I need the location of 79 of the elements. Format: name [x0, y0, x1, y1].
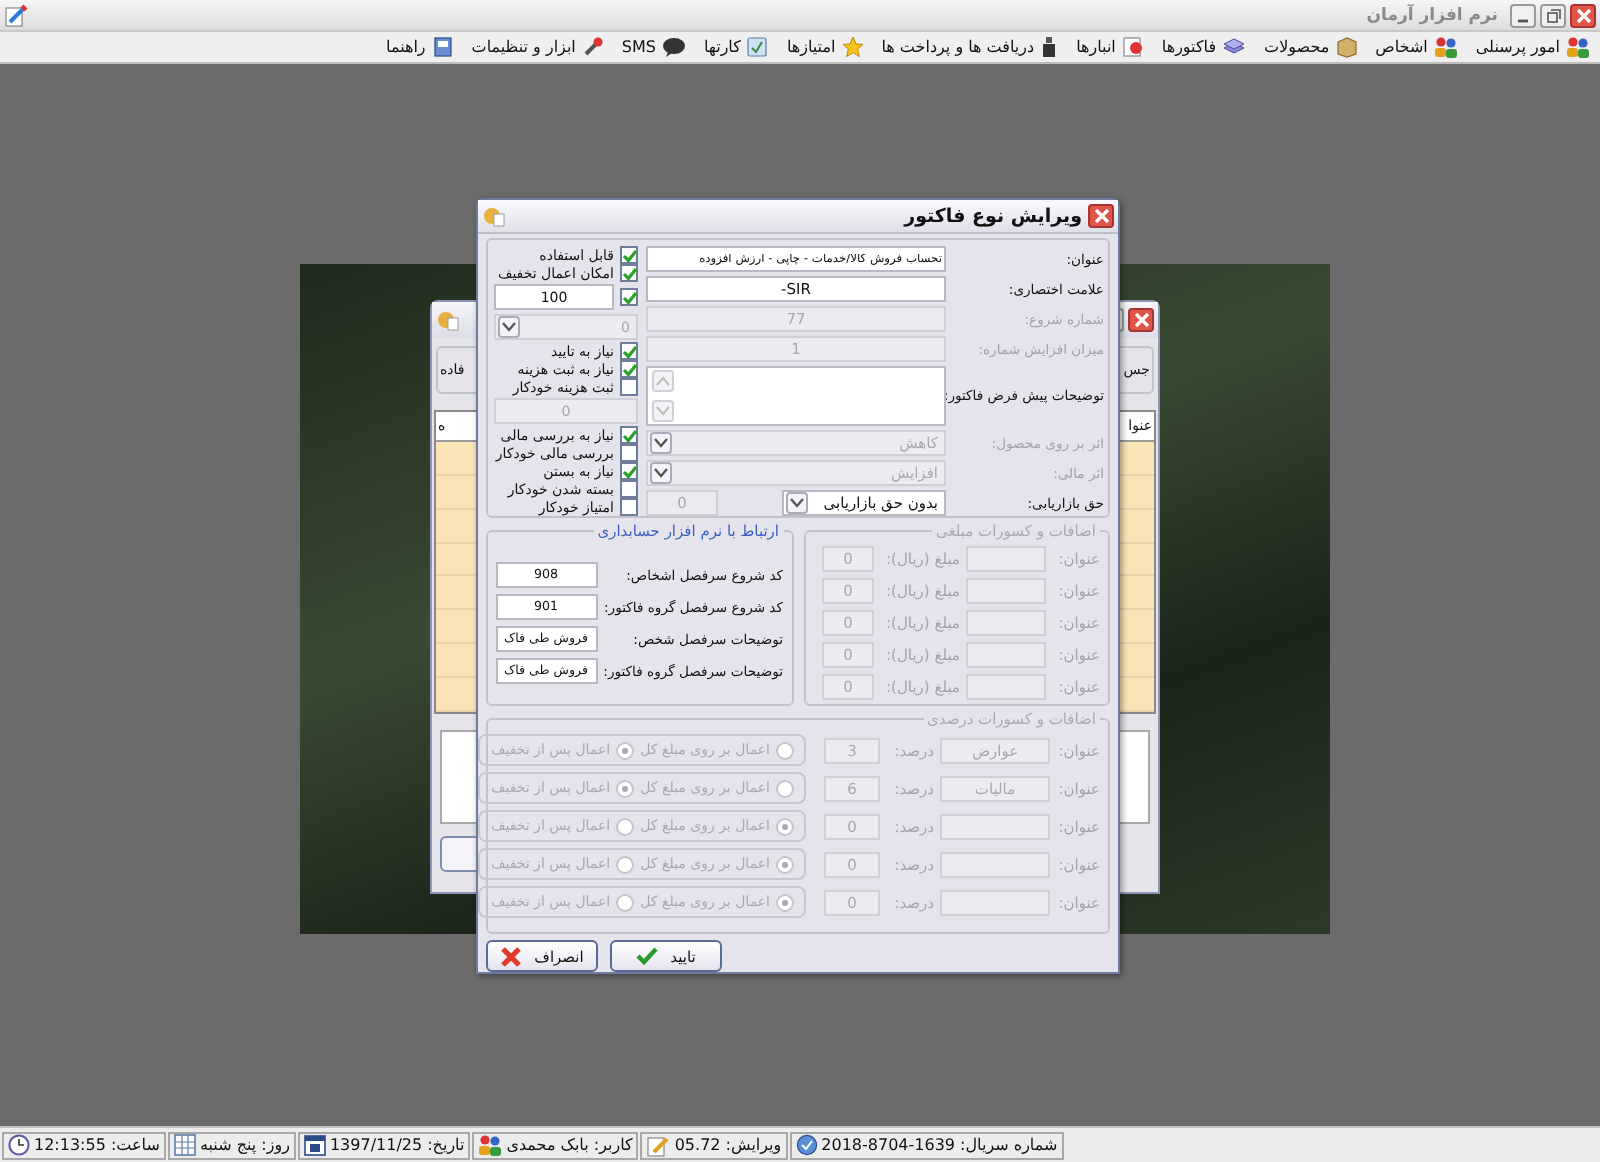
- check-icon: [621, 427, 637, 443]
- menu-item[interactable]: SMS: [619, 36, 688, 58]
- menu-item[interactable]: کارتها: [701, 36, 771, 58]
- caret-down-icon: [656, 406, 670, 416]
- caret-icon: [654, 468, 668, 478]
- people-icon: [1566, 36, 1590, 58]
- bottle-icon: [1040, 36, 1059, 58]
- restore-button[interactable]: [1540, 3, 1566, 27]
- menu-item[interactable]: محصولات: [1262, 36, 1360, 58]
- checkbox[interactable]: [620, 246, 638, 264]
- close-icon: [1575, 7, 1591, 23]
- status-text: تاریخ: 1397/11/25: [329, 1136, 465, 1154]
- checkbox[interactable]: [620, 360, 638, 378]
- people-icon: [478, 1134, 503, 1156]
- app-icon: [436, 308, 460, 332]
- check-circle-icon: [795, 1134, 818, 1156]
- checkbox[interactable]: [620, 498, 638, 516]
- close-button[interactable]: [1128, 308, 1154, 332]
- caret-up-icon: [656, 376, 670, 386]
- check-icon: [636, 946, 659, 966]
- dialog-title: ویرایش نوع فاکتور: [904, 205, 1082, 227]
- menu-item[interactable]: اشخاص: [1373, 36, 1460, 58]
- input-field[interactable]: [966, 642, 1046, 668]
- menu-item[interactable]: انبارها: [1074, 36, 1146, 58]
- caret-icon: [790, 498, 804, 508]
- input-field[interactable]: [966, 610, 1046, 636]
- menu-item[interactable]: امور پرسنلی: [1473, 36, 1592, 58]
- input-field[interactable]: [966, 674, 1046, 700]
- book-icon: [431, 36, 454, 58]
- input-field[interactable]: [940, 889, 1050, 915]
- caret-icon: [502, 322, 516, 332]
- status-text: شماره سریال: 1639-8704-2018: [821, 1136, 1058, 1154]
- input-field[interactable]: [966, 578, 1046, 604]
- checkbox[interactable]: [620, 264, 638, 282]
- menu-item[interactable]: فاکتورها: [1159, 36, 1249, 58]
- app-icon: [482, 204, 506, 228]
- clock-icon: [8, 1134, 30, 1156]
- speech-bubble-icon: [661, 36, 686, 58]
- calendar-icon: [173, 1134, 196, 1156]
- menu-item[interactable]: دریافت ها و پرداخت ها: [879, 36, 1061, 58]
- close-button[interactable]: [1088, 204, 1114, 228]
- input-field[interactable]: [940, 851, 1050, 877]
- menu-item[interactable]: امتیازها: [784, 36, 866, 58]
- close-icon: [1133, 312, 1149, 328]
- input-field[interactable]: [940, 813, 1050, 839]
- input-field[interactable]: [966, 546, 1046, 572]
- restore-icon: [1545, 7, 1561, 23]
- checkbox[interactable]: [620, 426, 638, 444]
- scroll-down-button[interactable]: [652, 400, 674, 422]
- menu-item[interactable]: راهنما: [384, 36, 456, 58]
- close-icon: [1093, 208, 1109, 224]
- status-text: کاربر: بابک محمدی: [506, 1136, 633, 1154]
- minimize-button[interactable]: [1510, 3, 1536, 27]
- star-icon: [841, 36, 864, 58]
- stack-icon: [1222, 36, 1247, 58]
- menu-item[interactable]: ابزار و تنظیمات: [469, 36, 606, 58]
- wrench-icon: [581, 36, 604, 58]
- notepad-icon: [4, 3, 28, 27]
- text-area[interactable]: [646, 366, 946, 426]
- checkbox[interactable]: [620, 378, 638, 396]
- close-icon: [500, 945, 523, 967]
- scroll-up-button[interactable]: [652, 370, 674, 392]
- checkbox[interactable]: [620, 444, 638, 462]
- close-button[interactable]: [1570, 3, 1596, 27]
- checkbox[interactable]: [620, 288, 638, 306]
- status-text: روز: پنج شنبه: [199, 1136, 290, 1154]
- check-icon: [621, 463, 637, 479]
- window-title: نرم افزار آرمان: [1366, 5, 1498, 25]
- people-icon: [1433, 36, 1458, 58]
- status-text: ساعت: 12:13:55: [34, 1136, 160, 1154]
- caret-icon: [654, 438, 668, 448]
- checkbox[interactable]: [620, 342, 638, 360]
- checkbox[interactable]: [620, 462, 638, 480]
- checkbox[interactable]: [620, 480, 638, 498]
- calendar-icon: [303, 1134, 326, 1156]
- notepad-icon: [646, 1133, 671, 1157]
- status-text: ویرایش: 05.72: [674, 1136, 782, 1154]
- document-icon: [1121, 36, 1144, 58]
- box-icon: [1335, 36, 1358, 58]
